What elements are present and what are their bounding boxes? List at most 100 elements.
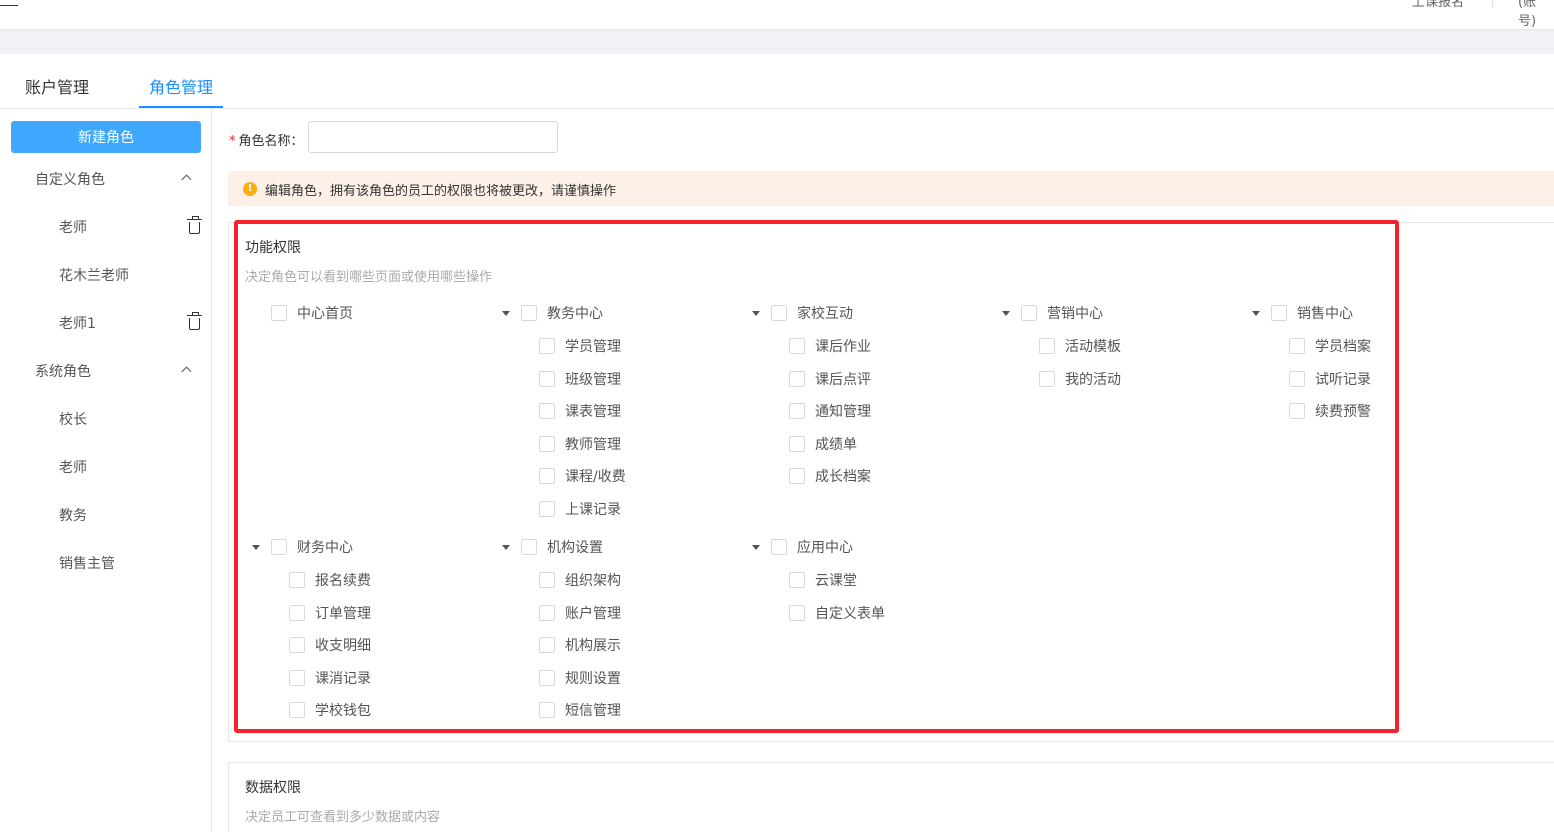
chevron-up-icon[interactable] bbox=[181, 366, 192, 377]
permission-group-checkbox[interactable] bbox=[521, 305, 537, 321]
permission-item-checkbox[interactable] bbox=[539, 468, 555, 484]
active-tab-indicator bbox=[139, 106, 223, 108]
role-name-input[interactable] bbox=[308, 121, 558, 153]
permission-item-checkbox[interactable] bbox=[539, 702, 555, 718]
permission-group-checkbox[interactable] bbox=[771, 305, 787, 321]
permission-group-label: 机构设置 bbox=[547, 540, 603, 556]
permission-item-checkbox[interactable] bbox=[539, 604, 555, 621]
permission-item-label: 订单管理 bbox=[315, 605, 371, 622]
permission-item-checkbox[interactable] bbox=[789, 370, 805, 387]
permission-group-checkbox[interactable] bbox=[1271, 305, 1287, 321]
permission-item-checkbox[interactable] bbox=[1289, 370, 1305, 387]
permission-item-checkbox[interactable] bbox=[789, 435, 805, 452]
permission-group-label: 销售中心 bbox=[1297, 306, 1353, 322]
permission-item: 组织架构 bbox=[539, 571, 621, 589]
role-item[interactable]: 教务 bbox=[59, 505, 87, 525]
system-role-group-title[interactable]: 系统角色 bbox=[35, 361, 91, 381]
permission-group-checkbox[interactable] bbox=[521, 539, 537, 555]
caret-down-icon[interactable] bbox=[752, 311, 760, 316]
permission-item-checkbox[interactable] bbox=[289, 604, 305, 621]
permission-item-checkbox[interactable] bbox=[789, 338, 805, 354]
permission-item-label: 我的活动 bbox=[1065, 371, 1121, 388]
permission-item-checkbox[interactable] bbox=[789, 572, 805, 588]
role-name-label: * 角色名称： bbox=[229, 130, 304, 149]
permission-item: 学校钱包 bbox=[289, 701, 371, 719]
role-item[interactable]: 老师1 bbox=[59, 313, 96, 333]
permission-item: 学员档案 bbox=[1289, 337, 1371, 355]
permission-item-checkbox[interactable] bbox=[539, 338, 555, 354]
permission-item-label: 自定义表单 bbox=[815, 605, 885, 622]
permission-item-checkbox[interactable] bbox=[289, 702, 305, 718]
permission-item: 续费预警 bbox=[1289, 402, 1371, 420]
chevron-up-icon[interactable] bbox=[181, 174, 192, 185]
caret-down-icon[interactable] bbox=[502, 311, 510, 316]
permission-item-label: 课表管理 bbox=[565, 404, 621, 420]
permission-item-checkbox[interactable] bbox=[1039, 338, 1055, 354]
permission-group-checkbox[interactable] bbox=[271, 305, 287, 321]
permission-item: 云课堂 bbox=[789, 571, 857, 589]
caret-down-icon[interactable] bbox=[502, 545, 510, 550]
permission-group-label: 营销中心 bbox=[1047, 306, 1103, 322]
permission-item-checkbox[interactable] bbox=[539, 500, 555, 517]
permission-item: 账户管理 bbox=[539, 604, 621, 622]
permission-item-checkbox[interactable] bbox=[1289, 403, 1305, 419]
permission-item-label: 班级管理 bbox=[565, 371, 621, 388]
role-name-label-text: 角色名称： bbox=[238, 134, 304, 149]
permission-group: 财务中心 bbox=[271, 538, 353, 556]
role-item[interactable]: 老师 bbox=[59, 217, 87, 237]
permission-group: 教务中心 bbox=[521, 304, 603, 322]
tab-account-management[interactable]: 账户管理 bbox=[25, 74, 89, 98]
role-item[interactable]: 花木兰老师 bbox=[59, 265, 129, 285]
permission-item-checkbox[interactable] bbox=[289, 669, 305, 686]
new-role-button[interactable]: 新建角色 bbox=[11, 121, 201, 153]
permission-item-checkbox[interactable] bbox=[539, 637, 555, 653]
permission-group-checkbox[interactable] bbox=[271, 539, 287, 555]
trash-icon[interactable] bbox=[187, 312, 202, 330]
custom-role-group-title[interactable]: 自定义角色 bbox=[35, 169, 105, 189]
permission-item-label: 试听记录 bbox=[1315, 371, 1371, 388]
permission-item-checkbox[interactable] bbox=[539, 669, 555, 686]
permission-item-checkbox[interactable] bbox=[789, 468, 805, 484]
tab-role-management[interactable]: 角色管理 bbox=[149, 74, 213, 98]
permission-group-label: 家校互动 bbox=[797, 306, 853, 322]
permission-item-label: 账户管理 bbox=[565, 605, 621, 622]
permission-item-checkbox[interactable] bbox=[1289, 338, 1305, 354]
permission-item-checkbox[interactable] bbox=[289, 572, 305, 588]
permission-item-checkbox[interactable] bbox=[539, 403, 555, 419]
permission-item-label: 规则设置 bbox=[565, 670, 621, 687]
caret-down-icon[interactable] bbox=[1252, 311, 1260, 316]
permission-item-label: 通知管理 bbox=[815, 404, 871, 420]
permission-group-checkbox[interactable] bbox=[1021, 305, 1037, 321]
role-item[interactable]: 销售主管 bbox=[59, 553, 115, 573]
warning-text: 编辑角色，拥有该角色的员工的权限也将被更改，请谨慎操作 bbox=[265, 184, 617, 199]
permission-item: 课后点评 bbox=[789, 370, 871, 388]
role-item[interactable]: 校长 bbox=[59, 409, 87, 429]
account-link[interactable]: (账号) bbox=[1518, 0, 1554, 29]
permission-item-checkbox[interactable] bbox=[289, 637, 305, 653]
permission-item: 课消记录 bbox=[289, 669, 371, 687]
caret-down-icon[interactable] bbox=[752, 545, 760, 550]
permission-item: 成绩单 bbox=[789, 435, 857, 453]
permission-item-label: 续费预警 bbox=[1315, 404, 1371, 420]
caret-down-icon[interactable] bbox=[1002, 311, 1010, 316]
permission-item-label: 成长档案 bbox=[815, 469, 871, 485]
permission-item: 自定义表单 bbox=[789, 604, 885, 622]
caret-down-icon[interactable] bbox=[252, 545, 260, 550]
trash-icon[interactable] bbox=[187, 216, 202, 234]
tab-bar: 账户管理 角色管理 bbox=[0, 54, 1554, 109]
permission-item: 教师管理 bbox=[539, 435, 621, 453]
permission-item-checkbox[interactable] bbox=[539, 572, 555, 588]
permission-group-checkbox[interactable] bbox=[771, 539, 787, 555]
permission-item-checkbox[interactable] bbox=[539, 435, 555, 452]
permission-item-checkbox[interactable] bbox=[1039, 370, 1055, 387]
permission-item-checkbox[interactable] bbox=[789, 403, 805, 419]
permission-item: 订单管理 bbox=[289, 604, 371, 622]
menu-icon[interactable] bbox=[0, 2, 18, 6]
permission-item-checkbox[interactable] bbox=[539, 370, 555, 387]
permission-item: 规则设置 bbox=[539, 669, 621, 687]
role-item[interactable]: 老师 bbox=[59, 457, 87, 477]
permission-item-label: 学员档案 bbox=[1315, 339, 1371, 355]
permission-item-checkbox[interactable] bbox=[789, 604, 805, 621]
permission-item: 课后作业 bbox=[789, 337, 871, 355]
top-link[interactable]: 上课报名 bbox=[1412, 0, 1464, 10]
